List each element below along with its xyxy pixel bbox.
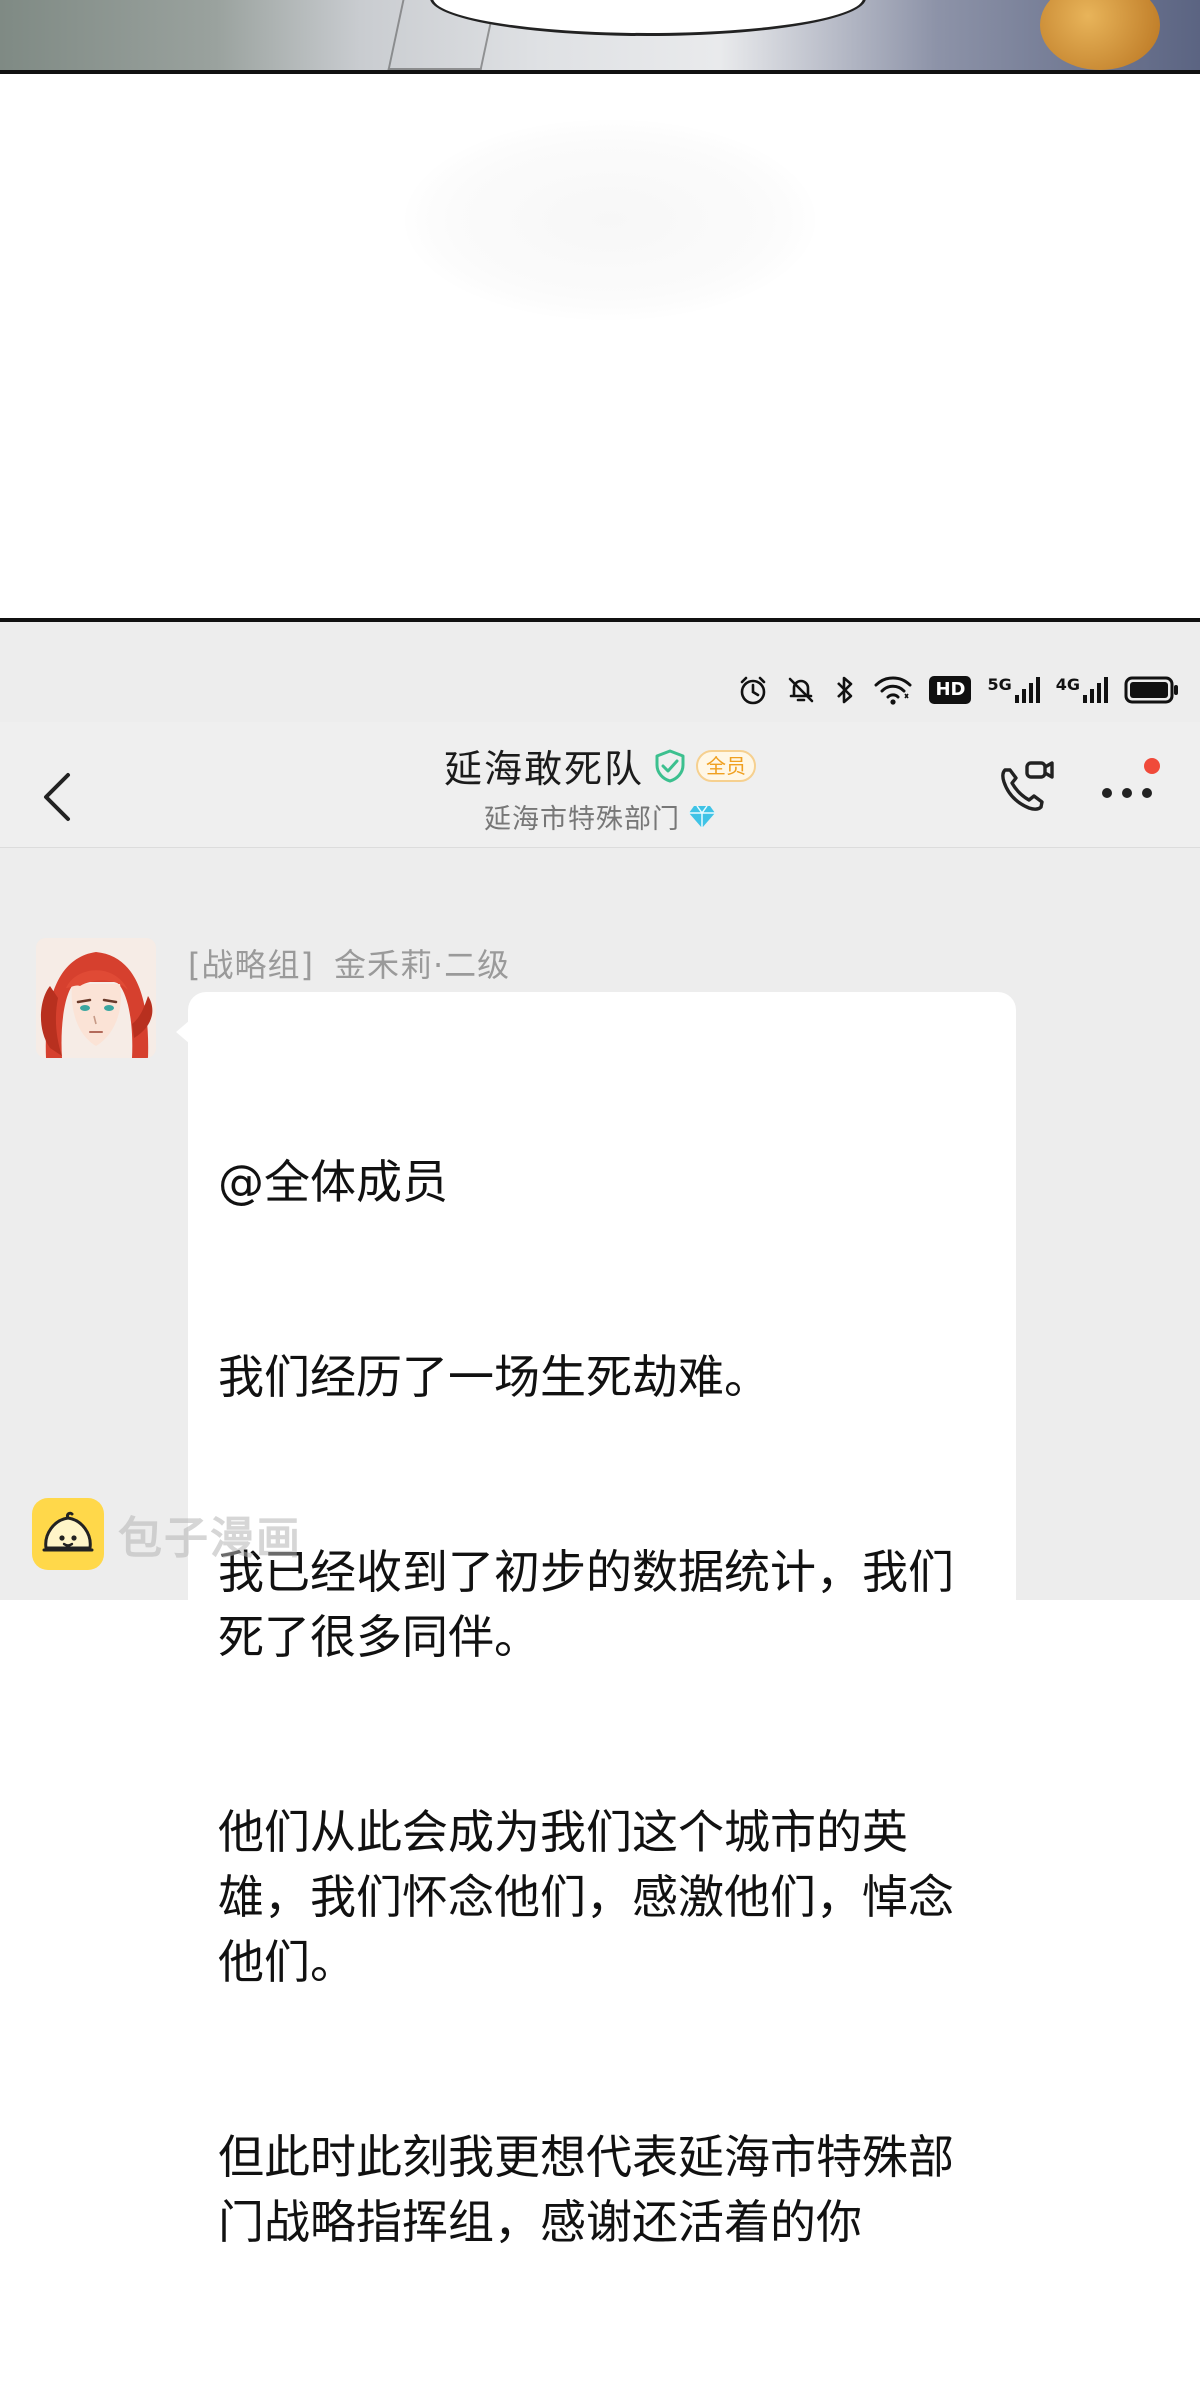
character-hair-detail (1040, 0, 1160, 70)
message-line: 我们经历了一场生死劫难。 (218, 1350, 770, 1404)
status-bar: HD 5G 4G (737, 670, 1180, 710)
message-text: @全体成员 我们经历了一场生死劫难。 我已经收到了初步的数据统计，我们死了很多同… (218, 1020, 988, 2385)
phone-screen: HD 5G 4G 延海敢死队 全员 延海市特殊部门 [战略组] 金禾莉·二级 @… (0, 622, 1200, 2249)
watermark: 包子漫画 (32, 1498, 302, 1570)
message-bubble[interactable]: @全体成员 我们经历了一场生死劫难。 我已经收到了初步的数据统计，我们死了很多同… (188, 992, 1016, 2249)
bluetooth-icon (837, 676, 853, 704)
message-line: @全体成员 (218, 1155, 448, 1209)
speech-bubble (430, 0, 866, 36)
more-dots-icon[interactable] (1100, 752, 1164, 816)
diamond-icon (689, 805, 715, 828)
group-title: 延海敢死队 (443, 747, 644, 791)
5g-signal-icon: 5G (987, 675, 1040, 705)
comic-panel-top (0, 0, 1200, 74)
all-members-badge: 全员 (696, 749, 756, 782)
notification-dot (1144, 758, 1160, 774)
sender-group: [战略组] (188, 946, 314, 984)
chat-header: 延海敢死队 全员 延海市特殊部门 (0, 722, 1200, 848)
4g-signal-icon: 4G (1056, 675, 1108, 705)
faint-speech-bubble (405, 120, 815, 320)
bun-logo-icon (32, 1498, 104, 1570)
sender-name: 金禾莉·二级 (333, 946, 511, 984)
alarm-icon (741, 676, 766, 705)
4g-label: 4G (1055, 675, 1080, 694)
wifi-icon (874, 676, 912, 705)
message-line: 他们从此会成为我们这个城市的英雄，我们怀念他们，感激他们，悼念他们。 (218, 1805, 954, 1989)
shield-check-icon (655, 749, 685, 782)
sender-line: [战略组] 金禾莉·二级 (188, 940, 510, 986)
message-line: 我已经收到了初步的数据统计，我们死了很多同伴。 (218, 1545, 954, 1664)
5g-label: 5G (987, 675, 1012, 694)
battery-icon (1124, 676, 1178, 704)
avatar-portrait (36, 938, 156, 1058)
message-line: 但此时此刻我更想代表延海市特殊部门战略指挥组，感谢还活着的你 (218, 2130, 954, 2249)
hd-label: HD (935, 679, 966, 700)
watermark-text: 包子漫画 (118, 1513, 302, 1564)
video-call-icon[interactable] (995, 758, 1055, 818)
hd-icon: HD (929, 676, 972, 704)
mute-bell-icon (789, 677, 814, 703)
group-subtitle: 延海市特殊部门 (484, 804, 680, 835)
avatar[interactable] (36, 938, 156, 1058)
